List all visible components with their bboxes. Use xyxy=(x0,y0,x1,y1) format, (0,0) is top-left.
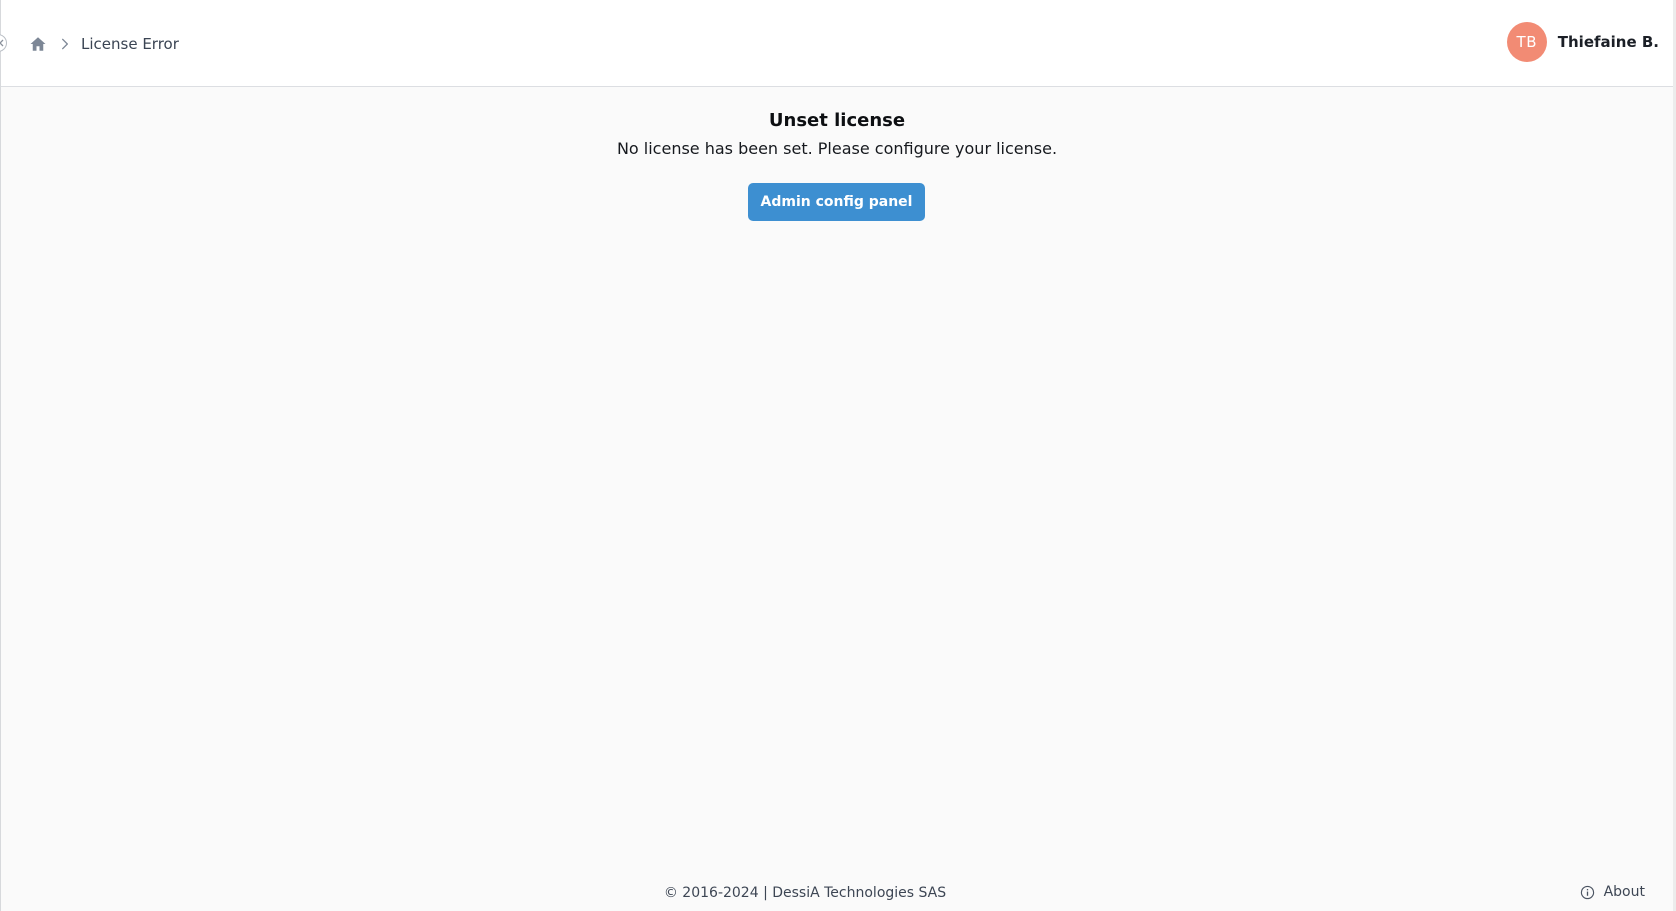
chevron-left-icon xyxy=(0,39,4,47)
admin-config-panel-button[interactable]: Admin config panel xyxy=(748,183,925,221)
top-header: License Error TB Thiefaine B. xyxy=(1,0,1673,87)
info-icon xyxy=(1580,884,1596,900)
breadcrumb: License Error xyxy=(27,32,179,56)
error-title: Unset license xyxy=(768,110,906,131)
error-message: No license has been set. Please configur… xyxy=(616,139,1058,158)
main-content: Unset license No license has been set. P… xyxy=(1,87,1673,911)
footer-copyright: © 2016-2024 | DessiA Technologies SAS xyxy=(663,885,947,901)
about-link[interactable]: About xyxy=(1580,884,1645,900)
about-label[interactable]: About xyxy=(1604,884,1645,900)
user-name[interactable]: Thiefaine B. xyxy=(1558,33,1659,51)
user-menu[interactable]: TB Thiefaine B. xyxy=(1506,22,1659,62)
breadcrumb-current: License Error xyxy=(81,35,179,53)
chevron-right-icon xyxy=(57,36,73,52)
avatar[interactable]: TB xyxy=(1506,22,1547,62)
home-icon[interactable] xyxy=(27,33,49,55)
app-window: License Error TB Thiefaine B. Unset lice… xyxy=(0,0,1676,911)
